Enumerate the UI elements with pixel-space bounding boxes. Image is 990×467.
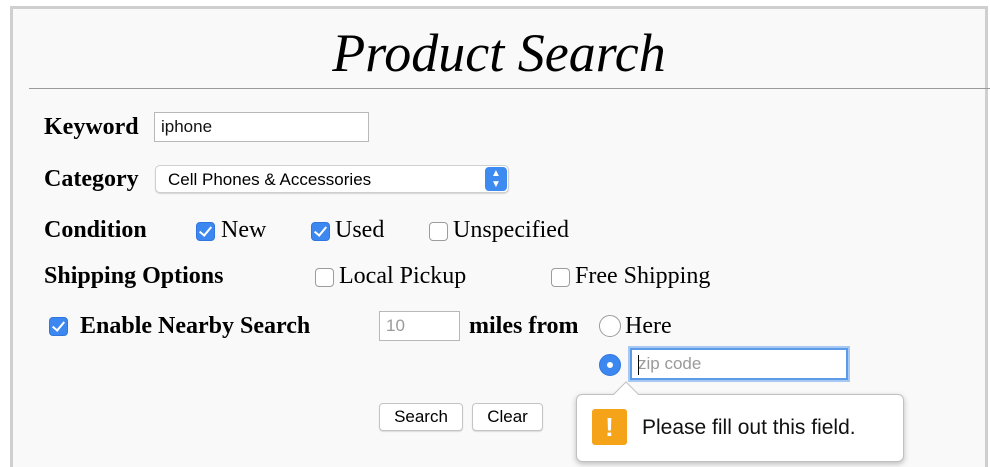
validation-message: Please fill out this field. xyxy=(642,416,856,439)
condition-unspecified-label: Unspecified xyxy=(453,217,569,243)
condition-new-checkbox[interactable] xyxy=(196,222,215,241)
clear-button[interactable]: Clear xyxy=(472,403,543,431)
title-divider xyxy=(29,88,990,89)
condition-new-label: New xyxy=(221,217,267,243)
keyword-label: Keyword xyxy=(44,114,139,140)
validation-tooltip: ! Please fill out this field. xyxy=(576,381,904,462)
condition-used-label: Used xyxy=(335,217,385,243)
zip-code-placeholder: zip code xyxy=(638,354,702,373)
chevron-up-down-icon: ▲ ▼ xyxy=(485,167,507,191)
enable-nearby-search-checkbox[interactable] xyxy=(49,317,68,336)
local-pickup-checkbox[interactable] xyxy=(315,268,334,287)
here-label: Here xyxy=(625,313,672,339)
free-shipping-label: Free Shipping xyxy=(575,263,711,289)
here-radio[interactable] xyxy=(599,315,621,337)
text-cursor xyxy=(638,355,639,375)
condition-used-checkbox[interactable] xyxy=(311,222,330,241)
keyword-input[interactable]: iphone xyxy=(154,112,369,142)
shipping-options-label: Shipping Options xyxy=(44,263,224,289)
category-selected-value: Cell Phones & Accessories xyxy=(168,170,372,189)
category-label: Category xyxy=(44,166,139,192)
warning-icon: ! xyxy=(592,409,627,445)
zip-code-input[interactable]: zip code xyxy=(630,348,848,380)
condition-unspecified-checkbox[interactable] xyxy=(429,222,448,241)
distance-input[interactable]: 10 xyxy=(379,311,460,341)
search-button[interactable]: Search xyxy=(379,403,463,431)
category-select[interactable]: Cell Phones & Accessories ▲ ▼ xyxy=(155,165,509,193)
miles-from-label: miles from xyxy=(469,313,579,339)
enable-nearby-search-label: Enable Nearby Search xyxy=(80,313,311,339)
free-shipping-checkbox[interactable] xyxy=(551,268,570,287)
condition-label: Condition xyxy=(44,217,147,243)
local-pickup-label: Local Pickup xyxy=(339,263,467,289)
zip-code-radio[interactable] xyxy=(599,354,621,376)
page-title: Product Search xyxy=(332,23,666,83)
